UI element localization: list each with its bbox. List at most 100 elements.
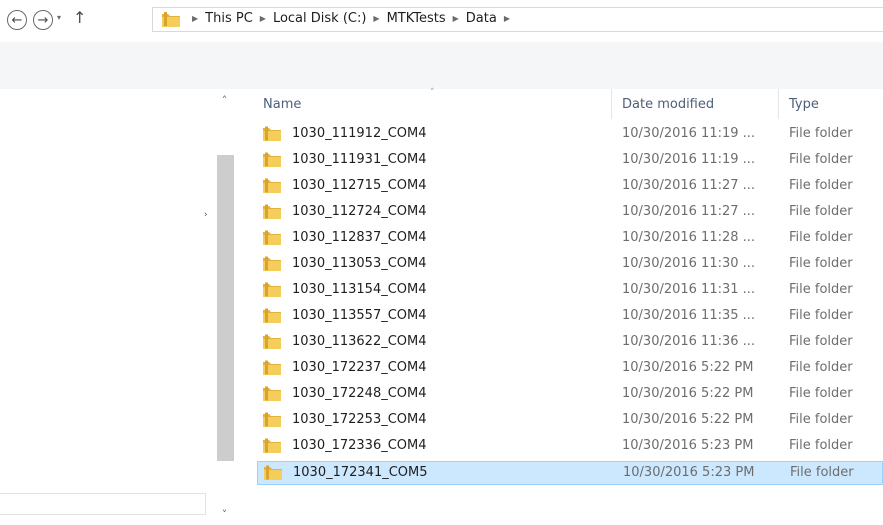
- table-row[interactable]: 1030_172253_COM4 10/30/2016 5:22 PM File f…: [257, 409, 883, 433]
- file-name: 1030_113154_COM4: [292, 282, 427, 297]
- address-box[interactable]: ▶ This PC ▶ Local Disk (C:) ▶ MTKTests ▶ Data ▶: [152, 7, 883, 32]
- table-row[interactable]: 1030_111931_COM4 10/30/2016 11:19 ... File…: [257, 149, 883, 173]
- file-date-modified: 10/30/2016 11:27 ...: [622, 204, 756, 219]
- address-bar: ← → ▾ ↑ ▶ This PC ▶ Local Disk (C:) ▶ MTKTest…: [0, 0, 883, 42]
- column-header-type[interactable]: Type: [789, 97, 819, 112]
- table-row[interactable]: 1030_111912_COM4 10/30/2016 11:19 ... File…: [257, 123, 883, 147]
- breadcrumb-item[interactable]: This PC: [205, 11, 253, 26]
- file-type: File folder: [789, 256, 853, 271]
- breadcrumb-separator-icon[interactable]: ▶: [453, 14, 459, 23]
- folder-icon: [263, 438, 281, 453]
- file-type: File folder: [789, 204, 853, 219]
- scroll-thumb[interactable]: [217, 155, 234, 461]
- breadcrumb-separator-icon[interactable]: ▶: [192, 14, 198, 23]
- file-type: File folder: [789, 334, 853, 349]
- file-name: 1030_172253_COM4: [292, 412, 427, 427]
- breadcrumb-separator-icon[interactable]: ▶: [504, 14, 510, 23]
- folder-icon: [263, 256, 281, 271]
- file-type: File folder: [789, 282, 853, 297]
- table-row[interactable]: 1030_112715_COM4 10/30/2016 11:27 ... File…: [257, 175, 883, 199]
- file-date-modified: 10/30/2016 5:23 PM: [622, 438, 754, 453]
- table-row[interactable]: 1030_113557_COM4 10/30/2016 11:35 ... File…: [257, 305, 883, 329]
- folder-icon: [263, 178, 281, 193]
- sort-ascending-icon: ˄: [430, 88, 435, 98]
- folder-icon: [263, 230, 281, 245]
- chevron-up-icon: ˄: [221, 93, 228, 107]
- folder-icon: [263, 204, 281, 219]
- file-name: 1030_112715_COM4: [292, 178, 427, 193]
- file-name: 1030_111912_COM4: [292, 126, 427, 141]
- folder-icon: [263, 412, 281, 427]
- table-row[interactable]: 1030_112724_COM4 10/30/2016 11:27 ... File…: [257, 201, 883, 225]
- file-date-modified: 10/30/2016 11:30 ...: [622, 256, 756, 271]
- file-date-modified: 10/30/2016 5:22 PM: [622, 386, 754, 401]
- file-name: 1030_111931_COM4: [292, 152, 427, 167]
- file-type: File folder: [789, 308, 853, 323]
- table-row[interactable]: 1030_172341_COM5 10/30/2016 5:23 PM File f…: [257, 461, 883, 485]
- file-list: ˄ Name Date modified Type 1030_111912_CO…: [236, 88, 883, 525]
- folder-icon: [263, 360, 281, 375]
- vertical-scrollbar[interactable]: ˄ ˅: [215, 89, 234, 525]
- back-arrow-icon: ←: [11, 12, 23, 28]
- up-button[interactable]: ↑: [73, 8, 86, 27]
- forward-arrow-icon: →: [37, 12, 49, 28]
- file-type: File folder: [789, 230, 853, 245]
- file-name: 1030_172237_COM4: [292, 360, 427, 375]
- breadcrumb-item[interactable]: MTKTests: [387, 11, 446, 26]
- chevron-down-icon: ˅: [221, 507, 228, 521]
- file-date-modified: 10/30/2016 11:35 ...: [622, 308, 756, 323]
- file-name: 1030_112837_COM4: [292, 230, 427, 245]
- file-date-modified: 10/30/2016 11:19 ...: [622, 126, 756, 141]
- file-type: File folder: [789, 360, 853, 375]
- file-type: File folder: [789, 386, 853, 401]
- column-header-name[interactable]: Name: [263, 97, 301, 112]
- column-header-date-modified[interactable]: Date modified: [622, 97, 714, 112]
- column-divider[interactable]: [778, 89, 779, 119]
- back-button[interactable]: ←: [7, 10, 27, 30]
- table-row[interactable]: 1030_172248_COM4 10/30/2016 5:22 PM File f…: [257, 383, 883, 407]
- table-row[interactable]: 1030_172237_COM4 10/30/2016 5:22 PM File f…: [257, 357, 883, 381]
- file-date-modified: 10/30/2016 11:36 ...: [622, 334, 756, 349]
- folder-icon: [263, 386, 281, 401]
- file-date-modified: 10/30/2016 11:28 ...: [622, 230, 756, 245]
- file-date-modified: 10/30/2016 5:23 PM: [623, 465, 755, 480]
- column-header-row: ˄ Name Date modified Type: [236, 88, 883, 119]
- nav-pane-item[interactable]: [0, 493, 206, 515]
- file-type: File folder: [789, 152, 853, 167]
- file-name: 1030_113053_COM4: [292, 256, 427, 271]
- expand-chevron-icon[interactable]: ›: [204, 210, 208, 220]
- breadcrumb-item[interactable]: Local Disk (C:): [273, 11, 366, 26]
- navigation-pane: ›: [0, 89, 213, 525]
- table-row[interactable]: 1030_113053_COM4 10/30/2016 11:30 ... File…: [257, 253, 883, 277]
- file-name: 1030_112724_COM4: [292, 204, 427, 219]
- file-date-modified: 10/30/2016 5:22 PM: [622, 412, 754, 427]
- file-name: 1030_113622_COM4: [292, 334, 427, 349]
- column-divider[interactable]: [611, 89, 612, 119]
- scroll-down-button[interactable]: ˅: [215, 503, 234, 525]
- file-type: File folder: [789, 438, 853, 453]
- file-name: 1030_172341_COM5: [293, 465, 428, 480]
- breadcrumb-item[interactable]: Data: [466, 11, 497, 26]
- file-date-modified: 10/30/2016 11:27 ...: [622, 178, 756, 193]
- chevron-down-icon: ▾: [57, 13, 62, 22]
- forward-button[interactable]: →: [33, 10, 53, 30]
- up-arrow-icon: ↑: [73, 8, 87, 27]
- folder-icon: [263, 334, 281, 349]
- toolbar-strip: [0, 42, 883, 89]
- scroll-up-button[interactable]: ˄: [215, 89, 234, 111]
- breadcrumb-separator-icon[interactable]: ▶: [373, 14, 379, 23]
- breadcrumb-separator-icon[interactable]: ▶: [260, 14, 266, 23]
- folder-icon: [162, 12, 180, 27]
- recent-locations-button[interactable]: ▾: [57, 13, 61, 22]
- file-date-modified: 10/30/2016 11:19 ...: [622, 152, 756, 167]
- file-name: 1030_113557_COM4: [292, 308, 427, 323]
- table-row[interactable]: 1030_172336_COM4 10/30/2016 5:23 PM File f…: [257, 435, 883, 459]
- folder-icon: [263, 308, 281, 323]
- file-type: File folder: [789, 412, 853, 427]
- folder-icon: [264, 465, 282, 480]
- table-row[interactable]: 1030_113154_COM4 10/30/2016 11:31 ... File…: [257, 279, 883, 303]
- table-row[interactable]: 1030_113622_COM4 10/30/2016 11:36 ... File…: [257, 331, 883, 355]
- file-type: File folder: [789, 178, 853, 193]
- table-row[interactable]: 1030_112837_COM4 10/30/2016 11:28 ... File…: [257, 227, 883, 251]
- file-type: File folder: [789, 126, 853, 141]
